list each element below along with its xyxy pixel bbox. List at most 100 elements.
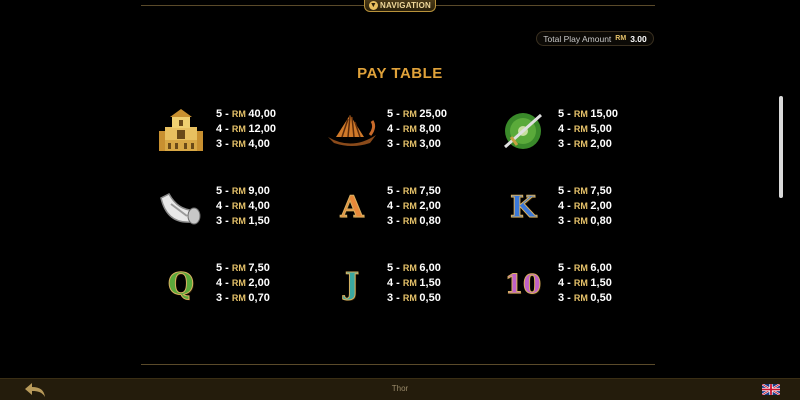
currency: RM — [402, 109, 420, 119]
separator: - — [564, 292, 574, 305]
separator: - — [564, 277, 574, 290]
payout-row: 4 - RM 1,50 — [558, 276, 612, 291]
number-10-icon: 10 — [497, 259, 549, 311]
paytable-entry: 5 - RM 15,00 4 - RM 5,00 3 - RM 2,00 — [497, 105, 667, 160]
payout-value: 9,00 — [248, 185, 270, 197]
payout-row: 4 - RM 2,00 — [216, 276, 270, 291]
payout-row: 3 - RM 0,50 — [387, 291, 441, 306]
separator: - — [222, 108, 232, 120]
separator: - — [393, 138, 403, 151]
payout-value: 1,50 — [419, 277, 441, 290]
payout-row: 3 - RM 0,80 — [387, 214, 441, 229]
payout-row: 5 - RM 7,50 — [216, 261, 270, 276]
payout-row: 5 - RM 7,50 — [387, 184, 441, 199]
separator: - — [393, 292, 403, 305]
game-name: Thor — [391, 384, 409, 393]
payout-value: 1,50 — [248, 215, 270, 228]
currency: RM — [231, 263, 249, 273]
separator: - — [564, 262, 574, 274]
payout-row: 5 - RM 6,00 — [558, 261, 612, 276]
play-amount-currency: RM — [615, 35, 627, 42]
payout-list: 5 - RM 7,50 4 - RM 2,00 3 - RM 0,80 — [558, 184, 612, 230]
payout-row: 5 - RM 15,00 — [558, 107, 618, 122]
payout-row: 3 - RM 1,50 — [216, 214, 270, 229]
separator: - — [222, 277, 232, 290]
payout-value: 40,00 — [248, 108, 276, 120]
currency: RM — [573, 201, 591, 212]
payout-row: 4 - RM 2,00 — [387, 199, 441, 214]
currency: RM — [573, 124, 591, 135]
payout-value: 2,00 — [248, 277, 270, 290]
separator: - — [564, 123, 574, 136]
payout-list: 5 - RM 6,00 4 - RM 1,50 3 - RM 0,50 — [387, 261, 441, 307]
letter-j-icon: J — [326, 259, 378, 311]
total-play-amount: Total Play Amount RM 3.00 — [536, 31, 654, 46]
currency: RM — [231, 139, 249, 150]
payout-row: 5 - RM 40,00 — [216, 107, 276, 122]
payout-row: 4 - RM 1,50 — [387, 276, 441, 291]
paytable-entry: K 5 - RM 7,50 4 - RM 2,00 3 - RM 0,80 — [497, 182, 667, 237]
separator: - — [564, 108, 574, 120]
payout-row: 5 - RM 25,00 — [387, 107, 447, 122]
currency: RM — [402, 201, 420, 212]
payout-list: 5 - RM 9,00 4 - RM 4,00 3 - RM 1,50 — [216, 184, 270, 230]
payout-row: 3 - RM 3,00 — [387, 137, 447, 152]
footer-bar: Thor — [0, 378, 800, 400]
payout-row: 5 - RM 6,00 — [387, 261, 441, 276]
payout-value: 5,00 — [590, 123, 612, 136]
payout-value: 15,00 — [590, 108, 618, 120]
payout-row: 3 - RM 0,50 — [558, 291, 612, 306]
payout-row: 5 - RM 9,00 — [216, 184, 270, 199]
play-amount-value: 3.00 — [630, 33, 647, 44]
payout-row: 4 - RM 2,00 — [558, 199, 612, 214]
drinking-horn-icon — [155, 182, 207, 234]
sword-shield-icon — [497, 105, 549, 157]
payout-value: 2,00 — [590, 138, 612, 151]
payout-row: 3 - RM 2,00 — [558, 137, 618, 152]
currency: RM — [402, 124, 420, 135]
payout-list: 5 - RM 25,00 4 - RM 8,00 3 - RM 3,00 — [387, 107, 447, 153]
payout-value: 3,00 — [419, 138, 441, 151]
uk-flag-icon[interactable] — [762, 384, 780, 395]
separator: - — [222, 123, 232, 136]
currency: RM — [573, 109, 591, 119]
payout-value: 0,70 — [248, 292, 270, 305]
payout-row: 3 - RM 0,70 — [216, 291, 270, 306]
payout-row: 3 - RM 0,80 — [558, 214, 612, 229]
payout-row: 4 - RM 4,00 — [216, 199, 270, 214]
viking-ship-icon — [326, 105, 378, 157]
separator: - — [393, 262, 403, 274]
currency: RM — [402, 186, 420, 196]
separator: - — [393, 277, 403, 290]
paytable-entry: Q 5 - RM 7,50 4 - RM 2,00 3 - RM 0,70 — [155, 259, 325, 314]
currency: RM — [573, 139, 591, 150]
currency: RM — [231, 186, 249, 196]
payout-value: 6,00 — [590, 262, 612, 274]
currency: RM — [231, 216, 249, 227]
separator: - — [393, 123, 403, 136]
currency: RM — [573, 293, 591, 304]
currency: RM — [402, 278, 420, 289]
navigation-tab[interactable]: ▼ NAVIGATION — [364, 0, 436, 12]
palace-icon — [155, 105, 207, 157]
scrollbar[interactable] — [779, 96, 783, 198]
separator: - — [393, 215, 403, 228]
payout-value: 6,00 — [419, 262, 441, 274]
payout-list: 5 - RM 7,50 4 - RM 2,00 3 - RM 0,80 — [387, 184, 441, 230]
payout-value: 2,00 — [590, 200, 612, 213]
letter-k-icon: K — [497, 182, 549, 234]
paytable-entry: 5 - RM 40,00 4 - RM 12,00 3 - RM 4,00 — [155, 105, 325, 160]
symbol-letter: 10 — [504, 270, 542, 300]
symbol-letter: J — [344, 267, 360, 302]
paytable-entry: J 5 - RM 6,00 4 - RM 1,50 3 - RM 0,50 — [326, 259, 496, 314]
separator: - — [393, 200, 403, 213]
separator: - — [393, 185, 403, 197]
separator: - — [222, 262, 232, 274]
separator: - — [564, 200, 574, 213]
currency: RM — [231, 201, 249, 212]
paytable-entry: 5 - RM 25,00 4 - RM 8,00 3 - RM 3,00 — [326, 105, 496, 160]
currency: RM — [402, 293, 420, 304]
currency: RM — [402, 216, 420, 227]
payout-value: 2,00 — [419, 200, 441, 213]
currency: RM — [573, 278, 591, 289]
